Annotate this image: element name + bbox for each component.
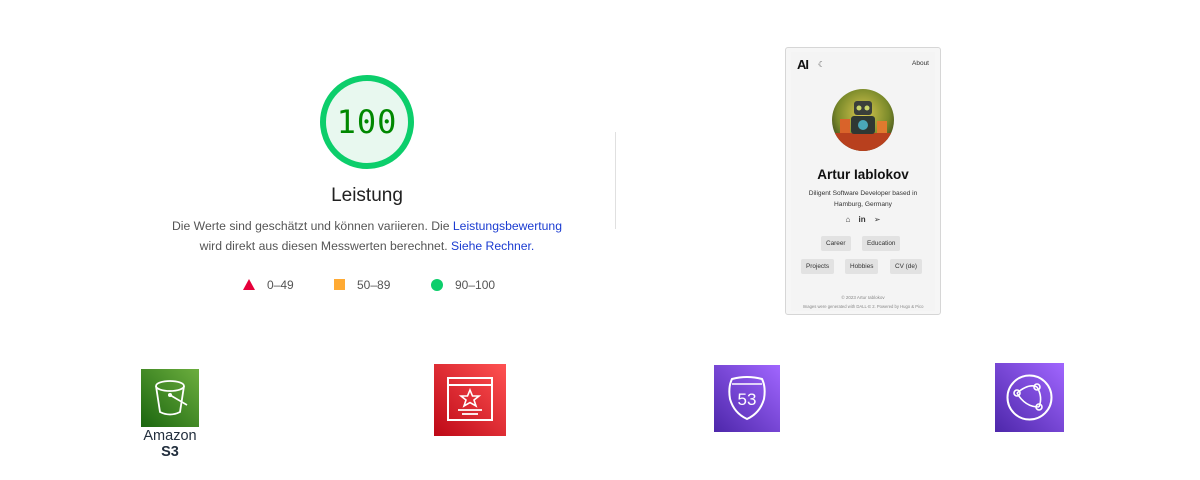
amazon-cloudfront-icon bbox=[995, 363, 1064, 437]
score-calculation-link[interactable]: Leistungsbewertung bbox=[453, 219, 562, 233]
description-text: Die Werte sind geschätzt und können vari… bbox=[171, 219, 453, 233]
section-divider bbox=[615, 132, 616, 229]
legend-pass-label: 90–100 bbox=[455, 277, 496, 292]
amazon-route-53-icon: 53 bbox=[714, 365, 780, 437]
robot-avatar-image bbox=[832, 89, 894, 151]
square-icon bbox=[334, 279, 345, 291]
bio-line-2: Hamburg, Germany bbox=[834, 201, 892, 208]
chip-cv: CV (de) bbox=[890, 259, 923, 274]
linkedin-icon: in bbox=[858, 215, 866, 224]
avatar bbox=[832, 89, 894, 151]
score-value: 100 bbox=[336, 103, 398, 141]
triangle-icon bbox=[243, 279, 255, 291]
legend-fail: 0–49 bbox=[243, 276, 294, 292]
final-screenshot-thumbnail[interactable]: AI ☾ About Artur Iablokov Diligent Softw… bbox=[785, 47, 941, 315]
chip-projects: Projects bbox=[801, 259, 835, 274]
telegram-icon: ➢ bbox=[873, 215, 881, 224]
performance-score-gauge: 100 bbox=[318, 73, 416, 171]
chip-career: Career bbox=[821, 236, 851, 251]
social-icons: ⌂ in ➢ bbox=[791, 215, 935, 224]
screenshot-footer-copyright: © 2023 Artur Iablokov bbox=[841, 295, 885, 300]
s3-caption-line-2: S3 bbox=[161, 444, 179, 460]
screenshot-page: AI ☾ About Artur Iablokov Diligent Softw… bbox=[791, 52, 935, 311]
legend-average-label: 50–89 bbox=[357, 277, 391, 292]
screenshot-footer-credits: Images were generated with DALL·E 2. Pow… bbox=[802, 304, 924, 309]
legend-average: 50–89 bbox=[334, 276, 390, 292]
moon-icon: ☾ bbox=[818, 60, 826, 69]
aws-certificate-manager-icon bbox=[434, 364, 506, 441]
s3-caption-line-1: Amazon bbox=[143, 428, 197, 444]
circle-icon bbox=[431, 278, 443, 291]
legend-fail-label: 0–49 bbox=[267, 277, 294, 292]
site-logo: AI bbox=[797, 57, 809, 72]
score-description: Die Werte sind geschätzt und können vari… bbox=[150, 216, 584, 256]
legend-pass: 90–100 bbox=[431, 276, 495, 292]
github-icon: ⌂ bbox=[845, 215, 851, 224]
chip-hobbies: Hobbies bbox=[845, 259, 879, 274]
calculator-link[interactable]: Siehe Rechner. bbox=[451, 239, 534, 253]
chip-education: Education bbox=[862, 236, 901, 251]
amazon-s3-icon bbox=[141, 369, 199, 432]
route53-badge-number: 53 bbox=[738, 390, 757, 409]
profile-name: Artur Iablokov bbox=[817, 167, 909, 182]
category-title: Leistung bbox=[331, 185, 403, 206]
description-text-2: wird direkt aus diesen Messwerten berech… bbox=[199, 239, 451, 253]
about-link: About bbox=[912, 60, 929, 67]
bio-line-1: Diligent Software Developer based in bbox=[808, 190, 918, 197]
profile-bio: Diligent Software Developer based in Ham… bbox=[801, 188, 925, 210]
